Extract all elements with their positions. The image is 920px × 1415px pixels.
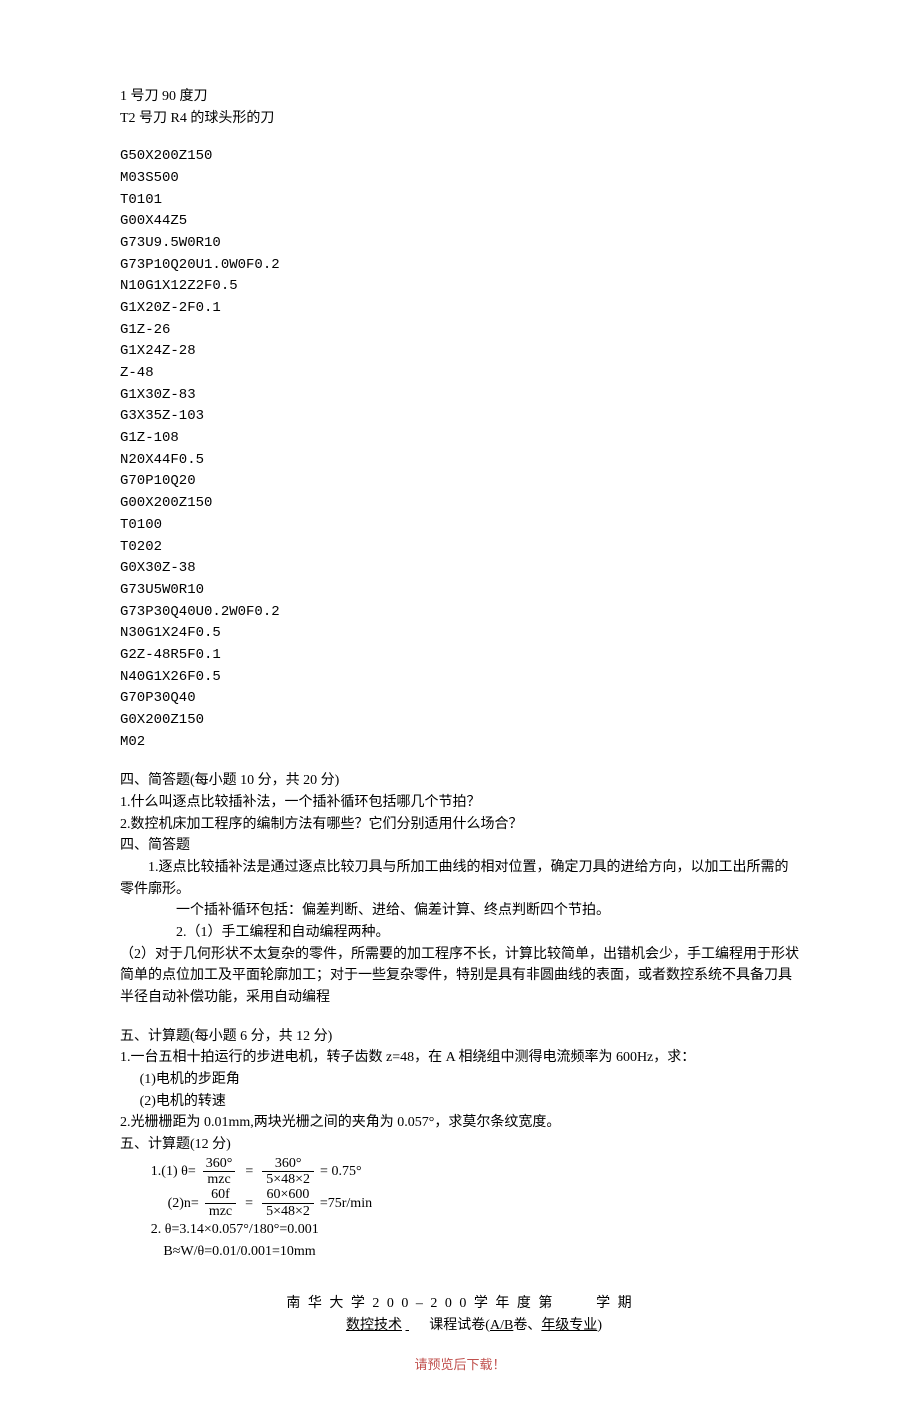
- section5-q2: 2.光栅栅距为 0.01mm,两块光栅之间的夹角为 0.057°，求莫尔条纹宽度…: [120, 1112, 800, 1134]
- nc-code-block: G50X200Z150 M03S500 T0101 G00X44Z5 G73U9…: [120, 146, 800, 753]
- section5-q1b: (2)电机的转速: [120, 1091, 800, 1113]
- fraction-2b: 60×600 5×48×2: [262, 1187, 314, 1219]
- fraction-1a: 360° mzc: [202, 1156, 237, 1188]
- formula-theta: 1.(1) θ= 360° mzc = 360° 5×48×2 = 0.75°: [151, 1156, 800, 1188]
- section4-q1: 1.什么叫逐点比较插补法，一个插补循环包括哪几个节拍？: [120, 792, 800, 814]
- fraction-1a-den: mzc: [203, 1171, 234, 1187]
- footer-line2-b: 课程试卷(: [429, 1318, 490, 1333]
- formula-theta-result: = 0.75°: [320, 1161, 362, 1183]
- fraction-1b-den: 5×48×2: [262, 1171, 314, 1187]
- formula-n: (2)n= 60f mzc = 60×600 5×48×2 =75r/min: [168, 1187, 800, 1219]
- footer-line1-a: 南 华 大 学 2 0 0 – 2 0 0 学 年 度 第: [286, 1296, 554, 1311]
- equals-sign: =: [242, 1161, 256, 1183]
- section5-heading: 五、计算题(每小题 6 分，共 12 分): [120, 1026, 800, 1048]
- fraction-1b-num: 360°: [271, 1156, 306, 1171]
- section4-heading: 四、简答题(每小题 10 分，共 20 分): [120, 770, 800, 792]
- footer-title: 南 华 大 学 2 0 0 – 2 0 0 学 年 度 第 学 期 数控技术 课…: [120, 1293, 800, 1336]
- fraction-2a: 60f mzc: [205, 1187, 236, 1219]
- intro-line-2: T2 号刀 R4 的球头形的刀: [120, 108, 800, 130]
- fraction-2b-den: 5×48×2: [262, 1203, 314, 1219]
- formula-n-result: =75r/min: [320, 1193, 372, 1215]
- fraction-1a-num: 360°: [202, 1156, 237, 1171]
- section4-q2: 2.数控机床加工程序的编制方法有哪些？它们分别适用什么场合？: [120, 814, 800, 836]
- document-page: 1 号刀 90 度刀 T2 号刀 R4 的球头形的刀 G50X200Z150 M…: [0, 0, 920, 1415]
- section4-ans-heading: 四、简答题: [120, 835, 800, 857]
- fraction-2b-num: 60×600: [263, 1187, 314, 1202]
- intro-line-1: 1 号刀 90 度刀: [120, 86, 800, 108]
- formula-theta-prefix: 1.(1) θ=: [151, 1161, 196, 1183]
- section4-a1-p1: 1.逐点比较插补法是通过逐点比较刀具与所加工曲线的相对位置，确定刀具的进给方向，…: [120, 857, 800, 900]
- footer-line2-f: ): [597, 1318, 602, 1333]
- section5-ans-heading: 五、计算题(12 分): [120, 1134, 800, 1156]
- equals-sign: =: [242, 1193, 256, 1215]
- footer-course-name: 数控技术: [318, 1318, 402, 1333]
- section5-q1: 1.一台五相十拍运行的步进电机，转子齿数 z=48，在 A 相绕组中测得电流频率…: [120, 1047, 800, 1069]
- section5-a2-l2: B≈W/θ=0.01/0.001=10mm: [163, 1241, 800, 1263]
- fraction-2a-num: 60f: [207, 1187, 234, 1202]
- section5-a2-l1: 2. θ=3.14×0.057°/180°=0.001: [151, 1219, 800, 1241]
- section4-a2-p1: 2.（1）手工编程和自动编程两种。: [120, 922, 800, 944]
- footer-line1-b: 学 期: [596, 1296, 634, 1311]
- footer-grade-major: 年级专业: [541, 1318, 597, 1333]
- section4-a1-p2: 一个插补循环包括：偏差判断、进给、偏差计算、终点判断四个节拍。: [120, 900, 800, 922]
- section5-q1a: (1)电机的步距角: [120, 1069, 800, 1091]
- formula-n-prefix: (2)n=: [168, 1193, 199, 1215]
- footer-ab: A/B: [490, 1318, 513, 1333]
- download-note: 请预览后下载！: [120, 1355, 800, 1375]
- section4-a2-p2: （2）对于几何形状不太复杂的零件，所需要的加工程序不长，计算比较简单，出错机会少…: [120, 944, 800, 1009]
- footer-line2-d: 卷、: [513, 1318, 541, 1333]
- fraction-2a-den: mzc: [205, 1203, 236, 1219]
- fraction-1b: 360° 5×48×2: [262, 1156, 314, 1188]
- footer-line1: 南 华 大 学 2 0 0 – 2 0 0 学 年 度 第 学 期: [120, 1293, 800, 1315]
- footer-line2: 数控技术 课程试卷(A/B卷、年级专业): [120, 1315, 800, 1337]
